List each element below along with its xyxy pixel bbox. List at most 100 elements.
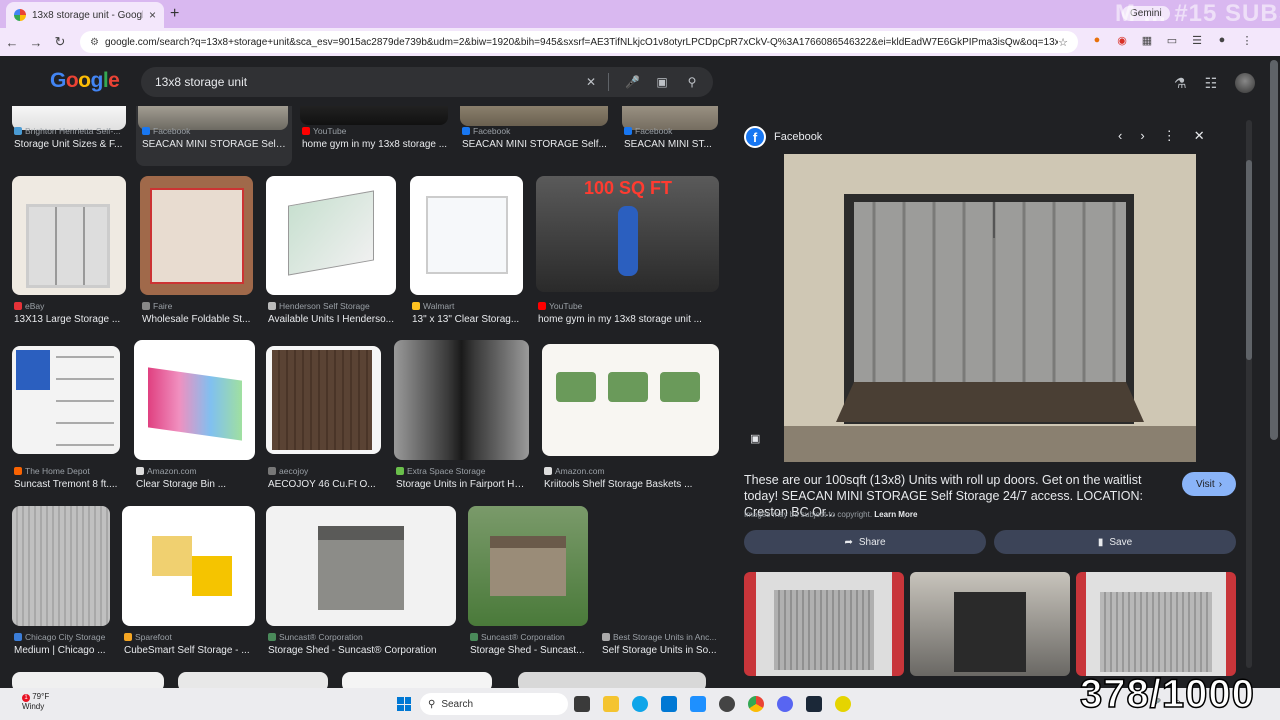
result-card[interactable]: The Home Depot Suncast Tremont 8 ft.... (12, 346, 122, 492)
result-title[interactable]: home gym in my 13x8 storage ... (302, 139, 450, 150)
extension-red-icon[interactable]: ◉ (1115, 34, 1129, 47)
voice-search-icon[interactable]: 🎤 (625, 75, 640, 89)
lens-search-icon[interactable]: ▣ (655, 75, 669, 89)
result-thumbnail[interactable] (300, 106, 448, 125)
bookmark-star-icon[interactable]: ☆ (1058, 36, 1068, 49)
result-title[interactable]: Available Units I Henderso... (268, 314, 396, 325)
result-title[interactable]: Medium | Chicago ... (14, 645, 110, 656)
result-card[interactable]: aecojoy AECOJOY 46 Cu.Ft O... (266, 346, 382, 492)
preview-source-header[interactable]: f Facebook (744, 126, 822, 148)
edge-icon[interactable] (632, 696, 648, 712)
clear-search-icon[interactable]: ✕ (584, 75, 598, 89)
result-card[interactable]: 100 SQ FT YouTube home gym in my 13x8 st… (536, 176, 720, 326)
result-thumbnail[interactable] (122, 506, 255, 626)
result-thumbnail[interactable] (12, 346, 120, 454)
browser-tab-active[interactable]: 13x8 storage unit - Google Sea × (6, 2, 164, 28)
result-title[interactable]: SEACAN MINI ST... (624, 139, 720, 150)
result-card[interactable]: YouTube home gym in my 13x8 storage ... (300, 106, 450, 156)
result-title[interactable]: CubeSmart Self Storage - ... (124, 645, 254, 656)
result-title[interactable]: Storage Shed - Suncast® Corporation (268, 645, 456, 656)
result-card[interactable]: Brighton Henrietta Self-... Storage Unit… (12, 106, 128, 156)
preview-image[interactable] (784, 154, 1196, 462)
result-card[interactable]: Sparefoot CubeSmart Self Storage - ... (122, 506, 256, 658)
site-info-icon[interactable]: ⚙ (90, 37, 99, 48)
page-scrollbar[interactable] (1270, 60, 1278, 440)
result-thumbnail[interactable] (342, 672, 492, 688)
result-title[interactable]: Suncast Tremont 8 ft.... (14, 479, 120, 490)
result-card-selected[interactable]: Facebook SEACAN MINI STORAGE Self... (136, 106, 292, 166)
steam-icon[interactable] (806, 696, 822, 712)
result-card[interactable]: eBay 13X13 Large Storage ... (12, 176, 128, 326)
result-thumbnail[interactable] (266, 506, 456, 626)
previous-icon[interactable]: ‹ (1118, 128, 1122, 144)
result-card[interactable]: Suncast® Corporation Storage Shed - Sunc… (468, 506, 590, 658)
result-thumbnail[interactable] (410, 176, 523, 295)
close-icon[interactable]: ✕ (1194, 128, 1205, 144)
result-card[interactable]: Facebook SEACAN MINI ST... (622, 106, 720, 156)
result-title[interactable]: 13X13 Large Storage ... (14, 314, 126, 325)
result-thumbnail[interactable] (394, 340, 529, 460)
result-card[interactable]: Extra Space Storage Storage Units in Fai… (394, 340, 530, 492)
result-card[interactable]: Faire Wholesale Foldable St... (140, 176, 254, 326)
result-title[interactable]: Wholesale Foldable St... (142, 314, 252, 325)
mail-icon[interactable] (690, 696, 706, 712)
task-view-icon[interactable] (574, 696, 590, 712)
result-thumbnail[interactable] (12, 176, 126, 295)
related-image[interactable] (744, 572, 904, 676)
taskbar-search[interactable]: ⚲ Search (420, 693, 568, 715)
obs-icon[interactable] (719, 696, 735, 712)
visit-button[interactable]: Visit › (1182, 472, 1236, 496)
result-thumbnail[interactable] (266, 176, 396, 295)
learn-more-link[interactable]: Learn More (874, 510, 917, 519)
address-bar[interactable]: ⚙ google.com/search?q=13x8+storage+unit&… (80, 31, 1078, 53)
apps-grid-icon[interactable]: ☷ (1205, 75, 1218, 92)
result-card[interactable] (518, 672, 706, 688)
next-icon[interactable]: › (1140, 128, 1144, 144)
lens-search-icon[interactable]: ▣ (750, 432, 764, 446)
result-card[interactable] (342, 672, 492, 688)
result-card[interactable]: Walmart 13" x 13" Clear Storag... (410, 176, 524, 326)
windows-start-icon[interactable] (397, 697, 411, 711)
result-thumbnail[interactable] (468, 506, 588, 626)
result-title[interactable]: Storage Units in Fairport Ha... (396, 479, 528, 490)
result-card[interactable]: Chicago City Storage Medium | Chicago ..… (12, 506, 112, 658)
result-title[interactable]: AECOJOY 46 Cu.Ft O... (268, 479, 380, 490)
search-input[interactable]: 13x8 storage unit ✕ 🎤 ▣ ⚲ (141, 67, 713, 97)
save-button[interactable]: ▮ Save (994, 530, 1236, 554)
result-thumbnail[interactable] (542, 344, 719, 456)
result-thumbnail[interactable] (460, 106, 608, 126)
file-explorer-icon[interactable] (603, 696, 619, 712)
chrome-icon[interactable] (748, 696, 764, 712)
result-title[interactable]: Kriitools Shelf Storage Baskets ... (544, 479, 718, 490)
preview-scrollbar[interactable] (1246, 120, 1252, 668)
result-card[interactable] (178, 672, 328, 688)
related-image[interactable] (910, 572, 1070, 676)
result-title[interactable]: Self Storage Units in So... (602, 645, 718, 656)
result-thumbnail[interactable] (518, 672, 706, 688)
cast-icon[interactable]: ▭ (1165, 34, 1179, 47)
profile-avatar-icon[interactable]: ● (1215, 34, 1229, 47)
result-card[interactable]: Best Storage Units in Anc... Self Storag… (600, 506, 720, 658)
result-card[interactable] (12, 672, 164, 688)
result-title[interactable]: Clear Storage Bin ... (136, 479, 254, 490)
norton-icon[interactable] (835, 696, 851, 712)
share-button[interactable]: ➦ Share (744, 530, 986, 554)
account-avatar[interactable] (1235, 73, 1256, 93)
result-thumbnail[interactable] (178, 672, 328, 688)
result-card[interactable]: Facebook SEACAN MINI STORAGE Self... (460, 106, 610, 156)
related-image[interactable] (1076, 572, 1236, 676)
back-icon[interactable]: ← (0, 35, 24, 50)
result-thumbnail[interactable] (12, 672, 164, 688)
reading-list-icon[interactable]: ☰ (1190, 34, 1204, 47)
result-title[interactable]: SEACAN MINI STORAGE Self... (462, 139, 610, 150)
result-card[interactable]: Amazon.com Clear Storage Bin ... (134, 340, 256, 492)
result-title[interactable]: home gym in my 13x8 storage unit ... (538, 314, 718, 325)
google-logo[interactable]: Google (50, 69, 120, 93)
result-card[interactable]: Amazon.com Kriitools Shelf Storage Baske… (542, 344, 720, 492)
new-tab-button[interactable]: + (170, 5, 179, 23)
result-thumbnail[interactable] (266, 346, 381, 454)
result-title[interactable]: 13" x 13" Clear Storag... (412, 314, 522, 325)
store-icon[interactable] (661, 696, 677, 712)
result-title[interactable]: Storage Unit Sizes & F... (14, 139, 126, 150)
tab-close-button[interactable]: × (149, 8, 156, 22)
